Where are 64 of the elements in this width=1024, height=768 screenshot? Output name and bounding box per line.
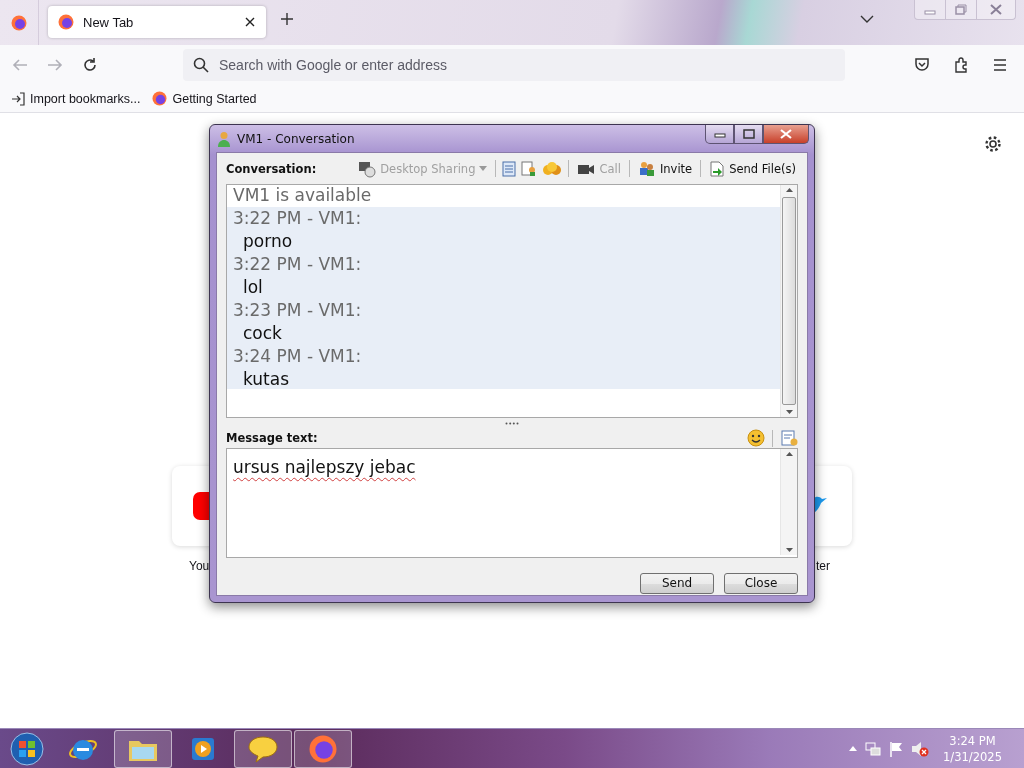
menu-icon[interactable]: [992, 57, 1008, 73]
scroll-thumb[interactable]: [782, 197, 796, 405]
firefox-icon: [309, 734, 337, 763]
user-icon: [217, 130, 231, 147]
message-text: cock: [242, 322, 283, 345]
settings-icon[interactable]: [984, 135, 1002, 153]
file-arrow-icon: [709, 160, 726, 177]
dialog-button[interactable]: Close: [724, 572, 798, 594]
message-text: lol: [242, 276, 264, 299]
scroll-down-icon: [785, 410, 793, 414]
show-hidden-icon[interactable]: [849, 746, 858, 751]
speaker-muted-icon[interactable]: [911, 740, 930, 757]
taskbar-button[interactable]: [294, 729, 352, 768]
taskbar-button[interactable]: [234, 729, 292, 768]
shortcut-label: ter: [816, 559, 830, 573]
media-player-icon: [190, 735, 216, 762]
toolbar-button[interactable]: Send File(s): [707, 160, 798, 177]
clock-time: 3:24 PM: [949, 732, 996, 749]
new-tab-icon[interactable]: [280, 12, 294, 26]
message-header: 3:22 PM - VM1:: [233, 207, 363, 230]
window-title: VM1 - Conversation: [237, 131, 355, 146]
speech-bubble-icon: [248, 734, 278, 763]
message-label: Message text:: [226, 431, 319, 445]
scroll-up-icon: [785, 188, 793, 192]
browser-tab[interactable]: New Tab: [48, 6, 266, 38]
presence-status: VM1 is available: [232, 185, 373, 207]
extensions-icon[interactable]: [953, 57, 969, 73]
start-orb-icon[interactable]: [9, 730, 45, 767]
monitor-icon: [358, 159, 377, 178]
firefox-icon: [152, 91, 168, 106]
bookmark[interactable]: Getting Started: [152, 91, 257, 106]
people-icon: [637, 160, 656, 177]
smiley-icon[interactable]: [747, 429, 765, 447]
address-field[interactable]: Search with Google or enter address: [183, 49, 845, 81]
conversation-label: Conversation:: [226, 161, 318, 176]
caret-icon: [479, 166, 488, 171]
search-icon: [193, 57, 209, 73]
dialog-button[interactable]: Send: [640, 572, 714, 594]
message-text: porno: [242, 230, 294, 253]
flag-icon[interactable]: [889, 740, 904, 757]
contact-card-icon[interactable]: [521, 160, 538, 177]
reload-icon[interactable]: [82, 57, 98, 73]
list-tabs-icon[interactable]: [860, 14, 874, 24]
bookmark-label: Getting Started: [172, 91, 257, 106]
close-icon[interactable]: [244, 16, 256, 28]
toolbar-button[interactable]: Invite: [635, 160, 695, 177]
message-header: 3:22 PM - VM1:: [233, 253, 363, 276]
shortcut-label: You: [189, 559, 210, 573]
firefox-icon: [11, 14, 27, 31]
message-header: 3:24 PM - VM1:: [233, 345, 363, 368]
clock-date: 1/31/2025: [943, 748, 1002, 765]
message-text: kutas: [242, 368, 291, 391]
import-icon: [11, 91, 25, 106]
firefox-icon: [58, 14, 74, 30]
pocket-icon[interactable]: [914, 57, 930, 73]
maximize-icon[interactable]: [742, 129, 755, 139]
restore-icon[interactable]: [955, 4, 967, 15]
scrollbar[interactable]: [780, 185, 797, 417]
message-header: 3:23 PM - VM1:: [233, 299, 363, 322]
minimize-icon[interactable]: [713, 130, 726, 138]
network-icon[interactable]: [865, 740, 882, 757]
splitter-grip-icon[interactable]: [505, 421, 519, 425]
address-placeholder: Search with Google or enter address: [219, 57, 447, 73]
taskbar-button[interactable]: [114, 729, 172, 768]
